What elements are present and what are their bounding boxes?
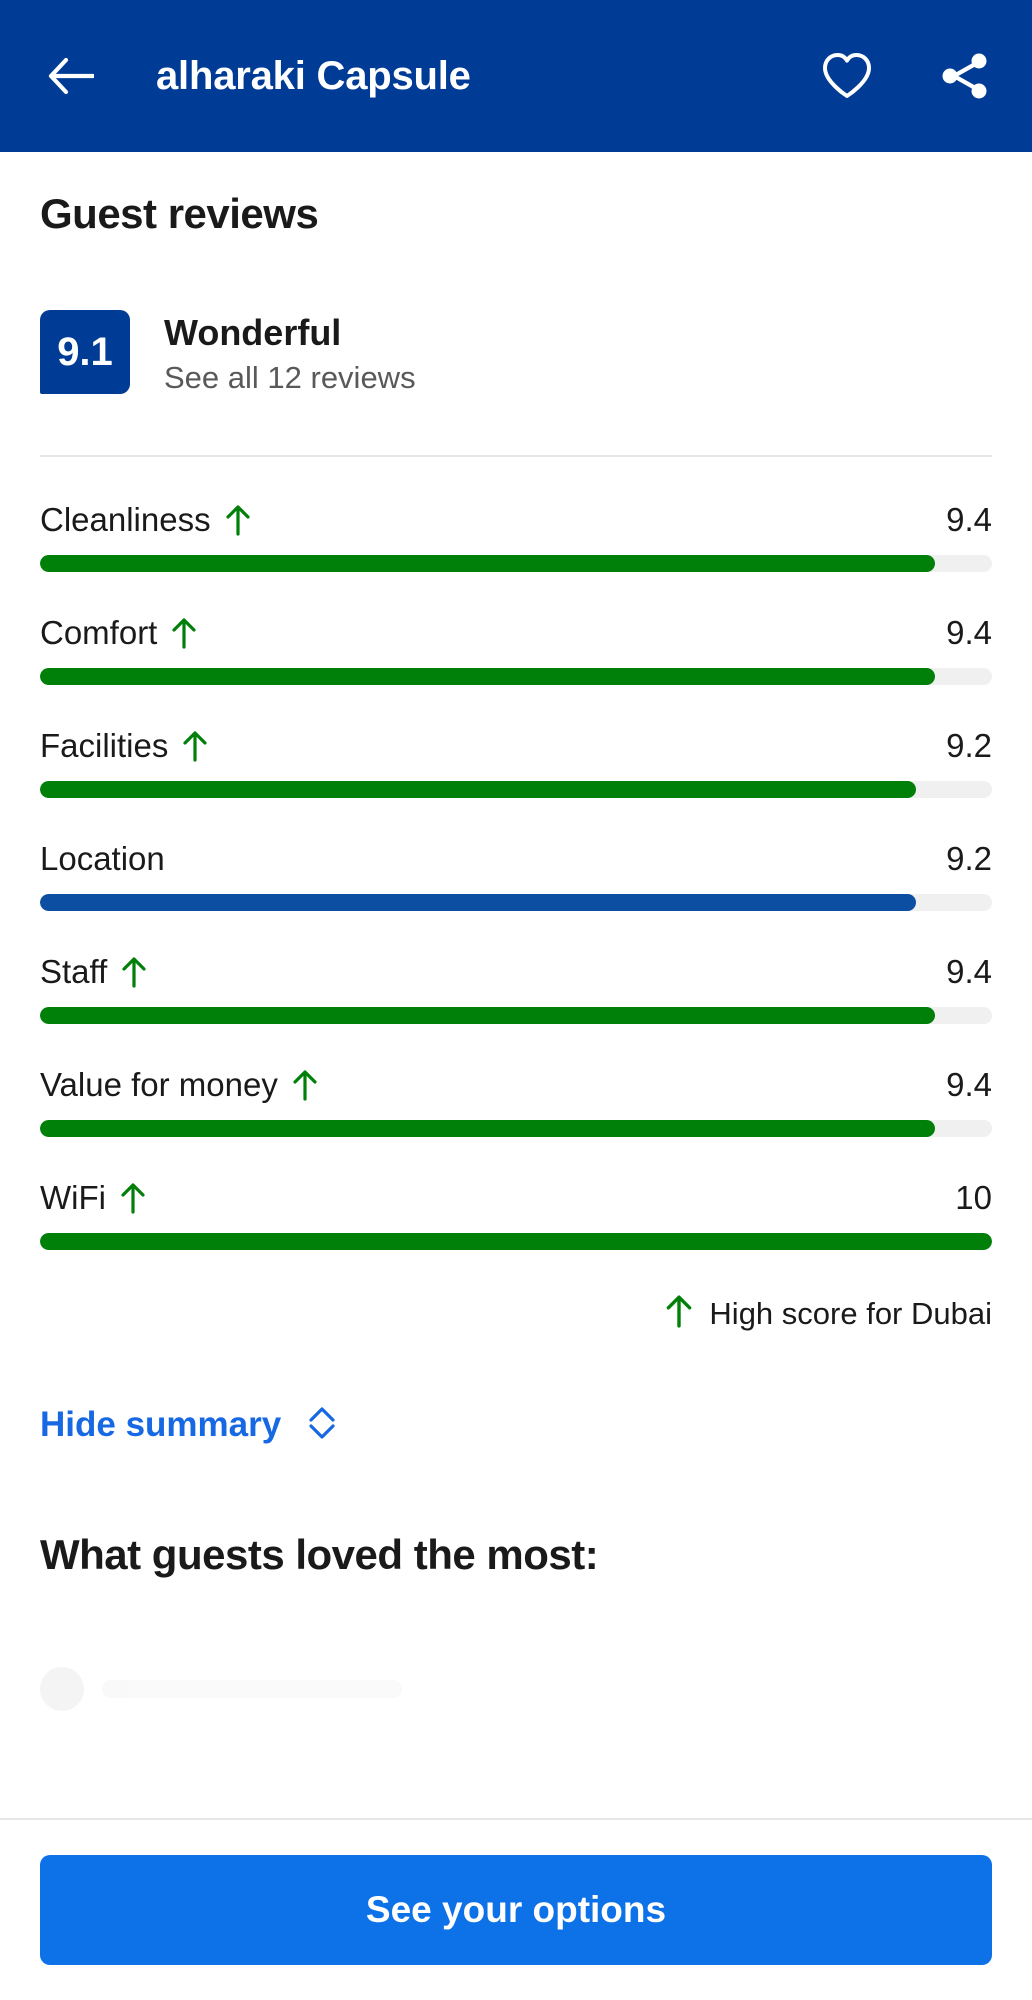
rating-label-wrap: Cleanliness — [40, 503, 251, 536]
rating-header: Value for money 9.4 — [40, 1068, 992, 1101]
rating-label: Value for money — [40, 1066, 278, 1104]
rating-value: 9.2 — [946, 727, 992, 765]
share-icon — [942, 53, 987, 99]
rating-bar-fill — [40, 555, 935, 573]
text-placeholder — [102, 1680, 402, 1699]
rating-row: Cleanliness 9.4 — [40, 503, 992, 573]
share-button[interactable] — [934, 45, 996, 107]
divider — [40, 455, 992, 458]
rating-bar-track — [40, 1120, 992, 1138]
hide-summary-toggle[interactable]: Hide summary — [40, 1405, 992, 1445]
rating-header: Cleanliness 9.4 — [40, 503, 992, 536]
score-word: Wonderful — [164, 312, 342, 353]
app-screen: alharaki Capsule Guest reviews 9.1 Wonde… — [0, 0, 1032, 2000]
rating-value: 9.4 — [946, 953, 992, 991]
up-arrow-icon — [120, 1182, 146, 1214]
rating-bar-track — [40, 894, 992, 912]
sticky-footer: See your options — [0, 1818, 1032, 2000]
up-arrow-icon — [225, 504, 251, 536]
up-arrow-icon — [171, 617, 197, 649]
avatar-placeholder — [40, 1667, 84, 1712]
rating-bar-fill — [40, 894, 916, 912]
truncated-content-row — [40, 1667, 992, 1712]
rating-categories-list: Cleanliness 9.4 Comfort 9.4 Facilities 9… — [40, 503, 992, 1251]
up-arrow-icon — [121, 956, 147, 988]
rating-label-wrap: WiFi — [40, 1181, 146, 1214]
rating-bar-fill — [40, 1007, 935, 1025]
heart-icon — [823, 53, 871, 98]
legend-label: High score for Dubai — [709, 1295, 992, 1331]
loved-most-title: What guests loved the most: — [40, 1531, 599, 1579]
rating-label-wrap: Facilities — [40, 729, 208, 762]
rating-value: 10 — [955, 1179, 992, 1217]
rating-value: 9.4 — [946, 501, 992, 539]
see-all-reviews-link[interactable]: See all 12 reviews — [164, 361, 416, 395]
rating-header: Facilities 9.2 — [40, 729, 992, 762]
rating-label-wrap: Location — [40, 842, 165, 875]
hide-summary-label: Hide summary — [40, 1405, 282, 1445]
score-badge: 9.1 — [40, 310, 130, 394]
rating-row: Comfort 9.4 — [40, 616, 992, 686]
rating-header: WiFi 10 — [40, 1181, 992, 1214]
page-title: alharaki Capsule — [156, 53, 471, 98]
favorite-button[interactable] — [816, 45, 878, 107]
app-header: alharaki Capsule — [0, 0, 1032, 152]
rating-header: Location 9.2 — [40, 842, 992, 875]
rating-label: WiFi — [40, 1179, 106, 1217]
main-content: Guest reviews 9.1 Wonderful See all 12 r… — [0, 152, 1032, 1712]
rating-value: 9.4 — [946, 1066, 992, 1104]
rating-header: Comfort 9.4 — [40, 616, 992, 649]
rating-bar-track — [40, 781, 992, 799]
rating-bar-fill — [40, 1120, 935, 1138]
back-button[interactable] — [40, 45, 102, 107]
rating-bar-track — [40, 555, 992, 573]
up-arrow-icon — [182, 730, 208, 762]
up-arrow-icon — [292, 1069, 318, 1101]
rating-bar-track — [40, 1233, 992, 1251]
rating-label-wrap: Value for money — [40, 1068, 318, 1101]
up-arrow-icon — [665, 1294, 693, 1333]
rating-bar-fill — [40, 1233, 992, 1251]
guest-reviews-title: Guest reviews — [40, 190, 319, 237]
see-your-options-button[interactable]: See your options — [40, 1855, 992, 1965]
back-arrow-icon — [48, 57, 94, 95]
rating-row: Location 9.2 — [40, 842, 992, 912]
rating-bar-fill — [40, 781, 916, 799]
rating-bar-track — [40, 1007, 992, 1025]
review-score-block[interactable]: 9.1 Wonderful See all 12 reviews — [40, 310, 992, 395]
rating-label: Staff — [40, 953, 108, 991]
rating-label: Location — [40, 840, 165, 878]
rating-label: Facilities — [40, 727, 169, 765]
rating-row: Facilities 9.2 — [40, 729, 992, 799]
rating-header: Staff 9.4 — [40, 955, 992, 988]
rating-row: Staff 9.4 — [40, 955, 992, 1025]
rating-label: Comfort — [40, 614, 158, 652]
score-text-group: Wonderful See all 12 reviews — [164, 310, 416, 395]
rating-bar-fill — [40, 668, 935, 686]
high-score-legend: High score for Dubai — [40, 1294, 992, 1333]
rating-value: 9.4 — [946, 614, 992, 652]
rating-row: Value for money 9.4 — [40, 1068, 992, 1138]
rating-value: 9.2 — [946, 840, 992, 878]
header-actions — [816, 45, 996, 107]
rating-label: Cleanliness — [40, 501, 211, 539]
rating-row: WiFi 10 — [40, 1181, 992, 1251]
rating-label-wrap: Comfort — [40, 616, 197, 649]
rating-label-wrap: Staff — [40, 955, 147, 988]
chevron-up-down-icon — [307, 1406, 337, 1445]
rating-bar-track — [40, 668, 992, 686]
